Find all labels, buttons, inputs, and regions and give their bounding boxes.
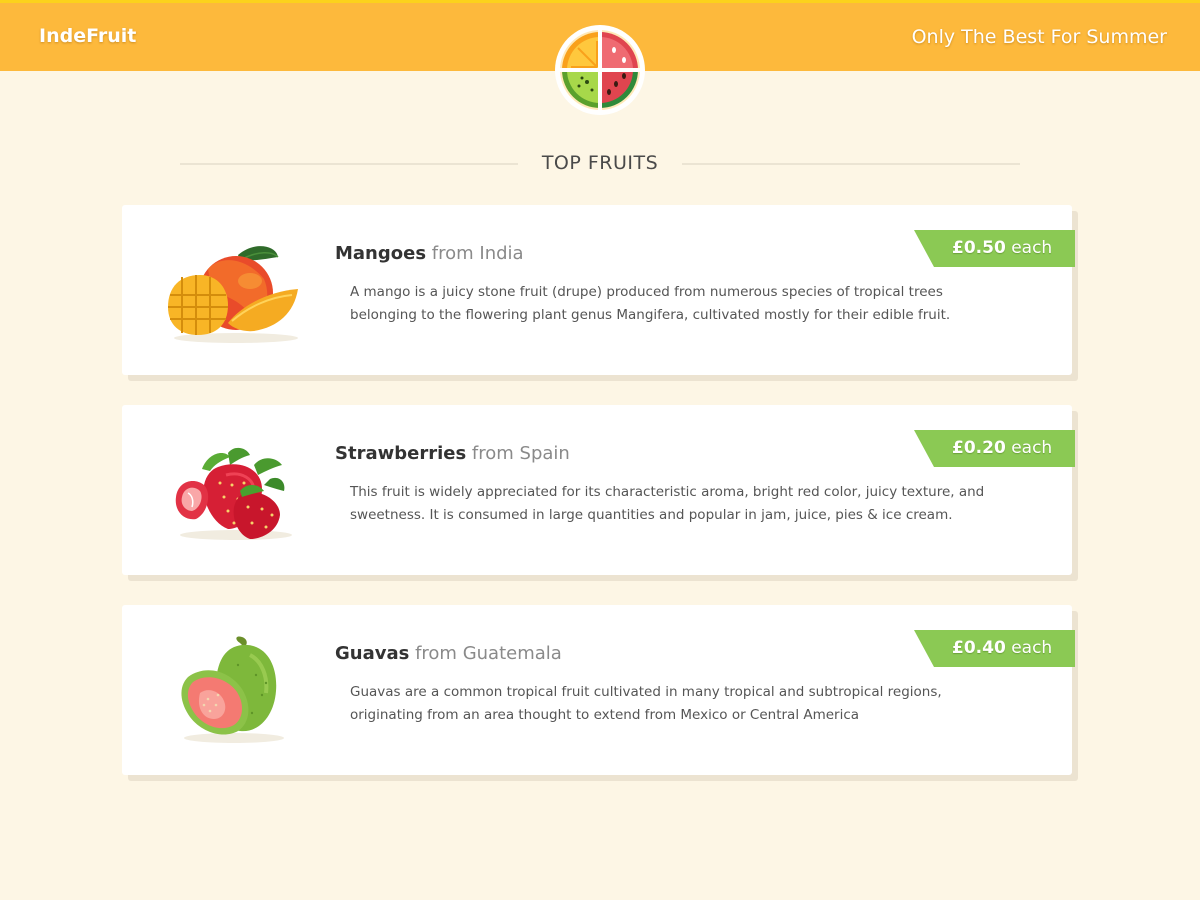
price-label: £0.50 each <box>952 238 1052 258</box>
product-name[interactable]: Mangoes <box>335 243 426 264</box>
product-card-guavas[interactable]: Guavas from Guatemala Guavas are a commo… <box>122 605 1075 775</box>
product-origin: from India <box>431 243 524 264</box>
price-amount: £0.40 <box>952 638 1006 658</box>
fruit-slices-logo-icon[interactable] <box>554 24 646 116</box>
section-heading: TOP FRUITS <box>180 150 1020 178</box>
product-origin: from Spain <box>471 443 570 464</box>
product-card-strawberries[interactable]: Strawberries from Spain This fruit is wi… <box>122 405 1075 575</box>
brand-name[interactable]: IndeFruit <box>39 25 136 47</box>
price-tag: £0.40 each <box>914 630 1075 667</box>
price-unit: each <box>1011 638 1053 658</box>
product-origin: from Guatemala <box>415 643 562 664</box>
header-tagline: Only The Best For Summer <box>911 26 1167 48</box>
guava-icon <box>181 636 284 743</box>
product-description: A mango is a juicy stone fruit (drupe) p… <box>350 284 951 323</box>
product-title: Guavas from Guatemala <box>335 643 562 664</box>
product-title: Mangoes from India <box>335 243 524 264</box>
product-description: Guavas are a common tropical fruit culti… <box>350 684 942 723</box>
product-description: This fruit is widely appreciated for its… <box>350 484 985 523</box>
product-card-mangoes[interactable]: Mangoes from India A mango is a juicy st… <box>122 205 1075 375</box>
product-name[interactable]: Guavas <box>335 643 409 664</box>
price-amount: £0.50 <box>952 238 1006 258</box>
mango-icon <box>168 246 298 343</box>
price-label: £0.40 each <box>952 638 1052 658</box>
divider-line-right <box>682 163 1020 165</box>
price-unit: each <box>1011 438 1053 458</box>
strawberry-icon <box>175 447 292 540</box>
product-title: Strawberries from Spain <box>335 443 570 464</box>
price-label: £0.20 each <box>952 438 1052 458</box>
price-amount: £0.20 <box>952 438 1006 458</box>
price-tag: £0.50 each <box>914 230 1075 267</box>
price-unit: each <box>1011 238 1053 258</box>
price-tag: £0.20 each <box>914 430 1075 467</box>
product-name[interactable]: Strawberries <box>335 443 466 464</box>
